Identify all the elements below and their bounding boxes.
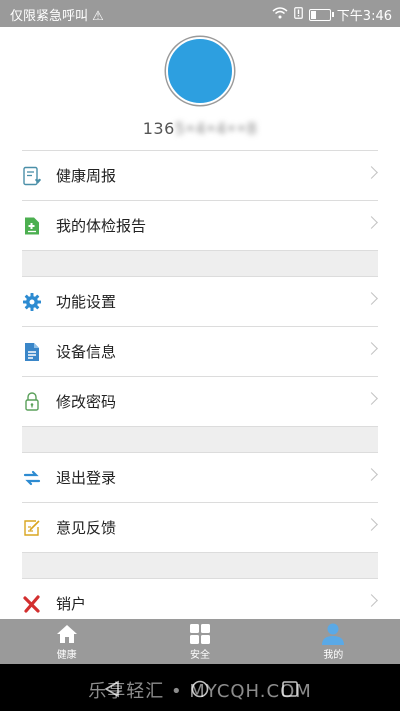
- tab-health[interactable]: 健康: [0, 619, 133, 664]
- chevron-right-icon: [365, 468, 378, 481]
- menu-item-function-settings[interactable]: 功能设置: [22, 276, 378, 326]
- menu-item-device-info[interactable]: 设备信息: [22, 326, 378, 376]
- status-right: 下午3:46: [272, 5, 392, 24]
- checkup-report-icon: [22, 216, 42, 236]
- tab-label: 健康: [56, 650, 77, 661]
- menu-list: 健康周报 我的体检报告 功能设置 设备信息 修改密码 退出登录 意见反馈 销户: [0, 150, 400, 628]
- menu-item-label: 修改密码: [56, 393, 117, 411]
- menu-item-label: 设备信息: [56, 343, 117, 361]
- menu-item-label: 功能设置: [56, 293, 117, 311]
- grid-icon: [189, 622, 211, 646]
- close-x-icon: [22, 594, 42, 614]
- menu-item-health-weekly[interactable]: 健康周报: [22, 150, 378, 200]
- bottom-nav: 健康 安全 我的: [0, 619, 400, 664]
- home-icon: [56, 622, 78, 646]
- tab-label: 我的: [323, 650, 344, 661]
- chevron-right-icon: [365, 518, 378, 531]
- menu-item-change-password[interactable]: 修改密码: [22, 376, 378, 426]
- chevron-right-icon: [365, 342, 378, 355]
- wifi-icon: [272, 6, 288, 23]
- phone-number: 1365•4•4••8: [0, 119, 400, 138]
- tab-label: 安全: [189, 650, 210, 661]
- person-icon: [321, 622, 345, 646]
- battery-icon: [308, 8, 334, 21]
- chevron-right-icon: [365, 166, 378, 179]
- watermark: 乐享轻汇 • MYCQH.COM: [88, 681, 312, 702]
- chevron-right-icon: [365, 292, 378, 305]
- avatar[interactable]: [166, 37, 234, 105]
- status-time: 下午3:46: [336, 9, 392, 24]
- menu-item-label: 意见反馈: [56, 519, 117, 537]
- gear-icon: [22, 292, 42, 312]
- menu-item-checkup-report[interactable]: 我的体检报告: [22, 200, 378, 250]
- section-divider: [22, 250, 378, 276]
- tab-mine[interactable]: 我的: [267, 619, 400, 664]
- menu-item-label: 退出登录: [56, 469, 117, 487]
- tab-security[interactable]: 安全: [133, 619, 266, 664]
- chevron-right-icon: [365, 392, 378, 405]
- menu-item-label: 健康周报: [56, 167, 117, 185]
- sim-alert-icon: [293, 6, 303, 23]
- chevron-right-icon: [365, 594, 378, 607]
- swap-arrows-icon: [22, 468, 42, 488]
- menu-item-logout[interactable]: 退出登录: [22, 452, 378, 502]
- emergency-only-text: 仅限紧急呼叫: [10, 9, 89, 24]
- status-bar: 仅限紧急呼叫 ⚠ 下午3:46: [0, 0, 400, 27]
- health-report-icon: [22, 166, 42, 186]
- section-divider: [22, 552, 378, 578]
- warning-icon: ⚠: [92, 9, 104, 24]
- phone-visible: 136: [142, 119, 175, 138]
- feedback-edit-icon: [22, 518, 42, 538]
- document-icon: [22, 342, 42, 362]
- phone-masked: 5•4•4••8: [174, 119, 258, 138]
- menu-item-label: 我的体检报告: [56, 217, 147, 235]
- lock-icon: [22, 391, 42, 412]
- section-divider: [22, 426, 378, 452]
- status-left: 仅限紧急呼叫 ⚠: [10, 5, 104, 24]
- chevron-right-icon: [365, 216, 378, 229]
- menu-item-feedback[interactable]: 意见反馈: [22, 502, 378, 552]
- menu-item-label: 销户: [56, 595, 87, 613]
